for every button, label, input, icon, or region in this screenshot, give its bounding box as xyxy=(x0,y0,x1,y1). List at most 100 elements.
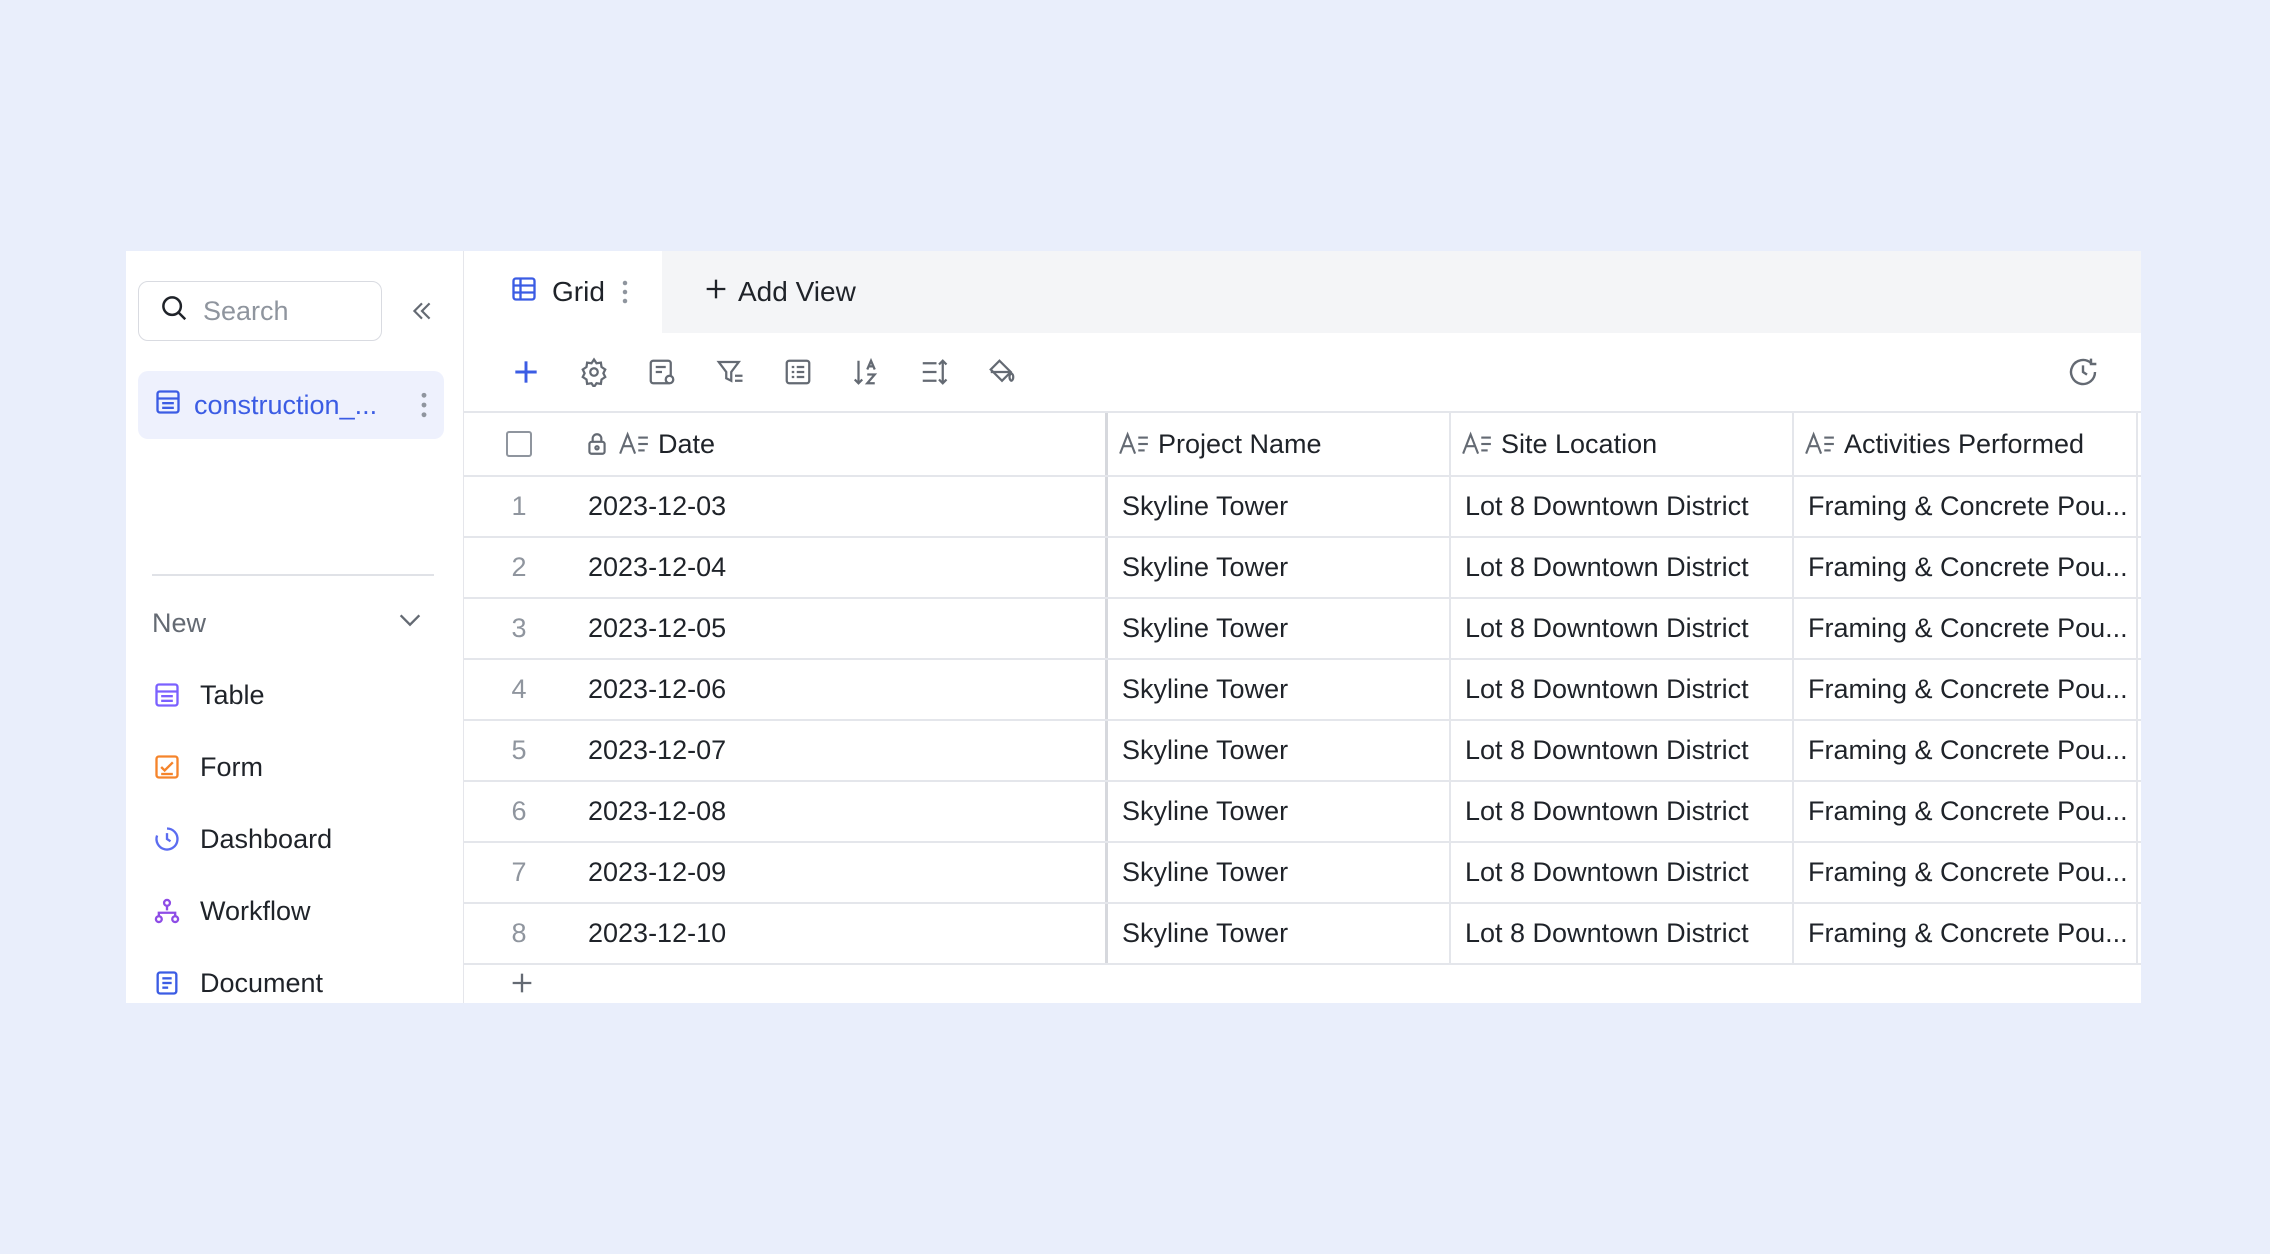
cell-project[interactable]: Skyline Tower xyxy=(1108,477,1451,536)
create-item-label: Workflow xyxy=(200,895,311,926)
row-index: 1 xyxy=(511,491,527,521)
create-dashboard-item[interactable]: Dashboard xyxy=(152,803,434,875)
history-icon[interactable] xyxy=(2065,354,2101,390)
search-input[interactable]: Search xyxy=(138,281,382,341)
table-row[interactable]: 2 2023-12-04 Skyline Tower Lot 8 Downtow… xyxy=(464,538,2141,599)
plus-icon xyxy=(508,969,536,1002)
cell-site[interactable]: Lot 8 Downtown District xyxy=(1451,477,1794,536)
cell-site[interactable]: Lot 8 Downtown District xyxy=(1451,599,1794,658)
column-header-label: Date xyxy=(658,428,716,459)
table-row[interactable]: 5 2023-12-07 Skyline Tower Lot 8 Downtow… xyxy=(464,721,2141,782)
cell-date[interactable]: 2023-12-08 xyxy=(574,782,1108,841)
document-icon xyxy=(152,968,182,998)
row-height-icon[interactable] xyxy=(916,354,952,390)
add-view-button[interactable]: Add View xyxy=(702,251,856,333)
cell-project[interactable]: Skyline Tower xyxy=(1108,599,1451,658)
cell-date[interactable]: 2023-12-10 xyxy=(574,904,1108,963)
dashboard-icon xyxy=(152,824,182,854)
create-form-item[interactable]: Form xyxy=(152,731,434,803)
column-header-project-name[interactable]: Project Name xyxy=(1108,413,1451,475)
cell-project[interactable]: Skyline Tower xyxy=(1108,721,1451,780)
add-record-icon[interactable] xyxy=(508,354,544,390)
select-all-cell[interactable] xyxy=(464,413,574,475)
create-document-item[interactable]: Document xyxy=(152,947,434,1003)
sort-icon[interactable] xyxy=(848,354,884,390)
column-header-label: Project Name xyxy=(1158,428,1322,459)
form-icon xyxy=(152,752,182,782)
more-icon[interactable] xyxy=(404,392,444,418)
cell-site[interactable]: Lot 8 Downtown District xyxy=(1451,843,1794,902)
cell-date[interactable]: 2023-12-03 xyxy=(574,477,1108,536)
create-workflow-item[interactable]: Workflow xyxy=(152,875,434,947)
plus-icon xyxy=(702,275,730,310)
row-index: 8 xyxy=(511,918,527,948)
table-row[interactable]: 6 2023-12-08 Skyline Tower Lot 8 Downtow… xyxy=(464,782,2141,843)
sidebar-item-base[interactable]: construction_... xyxy=(138,371,444,439)
table-row[interactable]: 7 2023-12-09 Skyline Tower Lot 8 Downtow… xyxy=(464,843,2141,904)
create-item-label: Form xyxy=(200,751,263,782)
text-field-icon xyxy=(618,431,650,457)
text-field-icon xyxy=(1804,431,1836,457)
table-row[interactable]: 3 2023-12-05 Skyline Tower Lot 8 Downtow… xyxy=(464,599,2141,660)
row-index: 2 xyxy=(511,552,527,582)
cell-site[interactable]: Lot 8 Downtown District xyxy=(1451,660,1794,719)
cell-date[interactable]: 2023-12-07 xyxy=(574,721,1108,780)
row-index: 3 xyxy=(511,613,527,643)
cell-activities[interactable]: Framing & Concrete Pou... xyxy=(1794,904,2138,963)
cell-site[interactable]: Lot 8 Downtown District xyxy=(1451,904,1794,963)
column-header-site-location[interactable]: Site Location xyxy=(1451,413,1794,475)
cell-project[interactable]: Skyline Tower xyxy=(1108,660,1451,719)
table-row[interactable]: 8 2023-12-10 Skyline Tower Lot 8 Downtow… xyxy=(464,904,2141,965)
cell-project[interactable]: Skyline Tower xyxy=(1108,538,1451,597)
row-index: 5 xyxy=(511,735,527,765)
tab-label: Grid xyxy=(552,276,605,307)
app-window: Search construction_... New Table Form D… xyxy=(126,251,2141,1003)
cell-date[interactable]: 2023-12-09 xyxy=(574,843,1108,902)
cell-site[interactable]: Lot 8 Downtown District xyxy=(1451,782,1794,841)
row-index: 7 xyxy=(511,857,527,887)
tab-grid[interactable]: Grid xyxy=(464,251,662,333)
add-row-button[interactable] xyxy=(464,965,2141,1003)
cell-project[interactable]: Skyline Tower xyxy=(1108,843,1451,902)
create-table-item[interactable]: Table xyxy=(152,659,434,731)
sidebar-item-label: construction_... xyxy=(194,389,378,420)
group-icon[interactable] xyxy=(780,354,816,390)
table-header-row: Date Project Name Site Location Activiti… xyxy=(464,411,2141,477)
cell-activities[interactable]: Framing & Concrete Pou... xyxy=(1794,538,2138,597)
more-icon[interactable] xyxy=(621,280,629,304)
cell-date[interactable]: 2023-12-04 xyxy=(574,538,1108,597)
table-row[interactable]: 1 2023-12-03 Skyline Tower Lot 8 Downtow… xyxy=(464,477,2141,538)
column-header-date[interactable]: Date xyxy=(574,413,1108,475)
create-list: Table Form Dashboard Workflow Document xyxy=(152,659,434,1003)
text-field-icon xyxy=(1118,431,1150,457)
field-config-icon[interactable] xyxy=(644,354,680,390)
column-header-label: Activities Performed xyxy=(1844,428,2085,459)
collapse-sidebar-icon[interactable] xyxy=(406,295,438,327)
create-item-label: Document xyxy=(200,967,324,998)
create-item-label: Dashboard xyxy=(200,823,333,854)
table-icon xyxy=(152,680,182,710)
cell-date[interactable]: 2023-12-05 xyxy=(574,599,1108,658)
column-header-label: Site Location xyxy=(1501,428,1658,459)
table-row[interactable]: 4 2023-12-06 Skyline Tower Lot 8 Downtow… xyxy=(464,660,2141,721)
cell-site[interactable]: Lot 8 Downtown District xyxy=(1451,721,1794,780)
settings-icon[interactable] xyxy=(576,354,612,390)
cell-project[interactable]: Skyline Tower xyxy=(1108,782,1451,841)
new-section-toggle[interactable]: New xyxy=(152,603,434,643)
column-header-activities[interactable]: Activities Performed xyxy=(1794,413,2138,475)
select-all-checkbox[interactable] xyxy=(506,431,532,457)
cell-site[interactable]: Lot 8 Downtown District xyxy=(1451,538,1794,597)
fill-color-icon[interactable] xyxy=(984,354,1020,390)
cell-activities[interactable]: Framing & Concrete Pou... xyxy=(1794,477,2138,536)
cell-activities[interactable]: Framing & Concrete Pou... xyxy=(1794,843,2138,902)
main-area: Grid Add View Date Project Name Site Loc… xyxy=(464,251,2141,1003)
cell-date[interactable]: 2023-12-06 xyxy=(574,660,1108,719)
cell-activities[interactable]: Framing & Concrete Pou... xyxy=(1794,599,2138,658)
grid-icon xyxy=(510,275,538,310)
cell-activities[interactable]: Framing & Concrete Pou... xyxy=(1794,660,2138,719)
view-tabbar: Grid Add View xyxy=(464,251,2141,333)
cell-activities[interactable]: Framing & Concrete Pou... xyxy=(1794,782,2138,841)
filter-icon[interactable] xyxy=(712,354,748,390)
cell-activities[interactable]: Framing & Concrete Pou... xyxy=(1794,721,2138,780)
cell-project[interactable]: Skyline Tower xyxy=(1108,904,1451,963)
